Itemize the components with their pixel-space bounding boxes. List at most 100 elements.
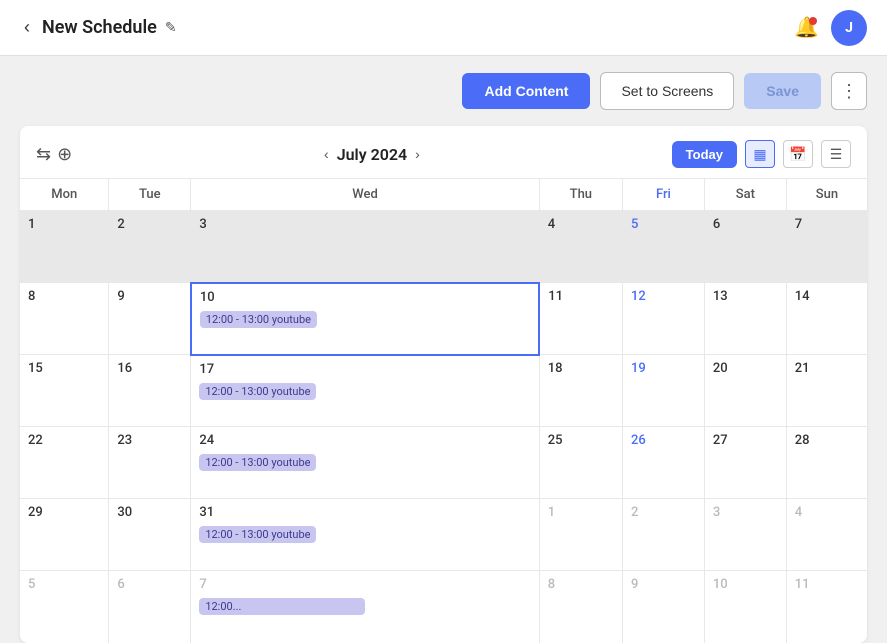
cell-date-number: 14	[795, 289, 859, 304]
cell-date-number: 30	[117, 505, 182, 520]
event-badge[interactable]: 12:00 - 13:00 youtube	[199, 526, 316, 543]
calendar-cell[interactable]: 12	[622, 283, 704, 355]
cell-date-number: 5	[28, 577, 100, 592]
calendar-cell[interactable]: 21	[786, 355, 867, 427]
calendar-cell[interactable]: 10	[704, 571, 786, 643]
calendar-cell[interactable]: 5	[20, 571, 109, 643]
header-left: ‹ New Schedule ✎	[20, 13, 177, 42]
calendar-cell[interactable]: 24 12:00 - 13:00 youtube	[191, 427, 539, 499]
list-view-button[interactable]: ☰	[821, 140, 851, 168]
calendar-cell[interactable]: 11	[539, 283, 622, 355]
cell-date-number: 18	[548, 361, 614, 376]
calendar-cell[interactable]: 28	[786, 427, 867, 499]
calendar-cell[interactable]: 26	[622, 427, 704, 499]
header-right: 🔔 J	[794, 10, 867, 46]
calendar-cell[interactable]: 18	[539, 355, 622, 427]
calendar-cell[interactable]: 16	[109, 355, 191, 427]
calendar-cell[interactable]: 8	[20, 283, 109, 355]
cell-date-number: 1	[28, 217, 100, 232]
calendar-cell[interactable]: 4	[539, 211, 622, 283]
cell-date-number: 26	[631, 433, 696, 448]
col-tue: Tue	[109, 179, 191, 211]
calendar-cell[interactable]: 19	[622, 355, 704, 427]
calendar-row: 15161712:00 - 13:00 youtube 18 19 20 21	[20, 355, 867, 427]
cell-date-number: 13	[713, 289, 778, 304]
calendar-cell[interactable]: 6	[704, 211, 786, 283]
edit-icon[interactable]: ✎	[165, 20, 177, 36]
add-content-button[interactable]: Add Content	[462, 73, 590, 109]
col-wed: Wed	[191, 179, 539, 211]
calendar-cell[interactable]: 712:00...	[191, 571, 539, 643]
cell-date-number: 24	[199, 433, 530, 448]
cell-date-number: 31	[199, 505, 530, 520]
event-badge[interactable]: 12:00...	[199, 598, 365, 615]
set-to-screens-button[interactable]: Set to Screens	[600, 72, 734, 110]
page-title: New Schedule	[42, 17, 157, 38]
col-fri: Fri	[622, 179, 704, 211]
calendar-cell[interactable]: 7	[786, 211, 867, 283]
calendar-controls-left: ⇆ ⊕	[36, 144, 72, 165]
calendar-cell[interactable]: 1	[539, 499, 622, 571]
calendar-cell[interactable]: 1712:00 - 13:00 youtube	[191, 355, 539, 427]
save-button[interactable]: Save	[744, 73, 821, 109]
calendar-row: 22 23 24 12:00 - 13:00 youtube 25 26 27 28	[20, 427, 867, 499]
col-thu: Thu	[539, 179, 622, 211]
calendar-header: ⇆ ⊕ ‹ July 2024 › Today ▦ 📅 ☰	[20, 126, 867, 179]
avatar[interactable]: J	[831, 10, 867, 46]
back-button[interactable]: ‹	[20, 13, 34, 42]
event-badge[interactable]: 12:00 - 13:00 youtube	[199, 454, 316, 471]
cell-date-number: 6	[117, 577, 182, 592]
share-icon[interactable]: ⇆	[36, 144, 51, 165]
calendar-cell[interactable]: 8	[539, 571, 622, 643]
calendar-row: 29 30 31 12:00 - 13:00 youtube 1234	[20, 499, 867, 571]
prev-month-button[interactable]: ‹	[324, 146, 329, 162]
calendar-cell[interactable]: 3	[704, 499, 786, 571]
weekday-header-row: Mon Tue Wed Thu Fri Sat Sun	[20, 179, 867, 211]
cell-date-number: 4	[795, 505, 859, 520]
calendar-cell[interactable]: 6	[109, 571, 191, 643]
cell-date-number: 2	[631, 505, 696, 520]
calendar-cell[interactable]: 20	[704, 355, 786, 427]
calendar-cell[interactable]: 13	[704, 283, 786, 355]
calendar-cell[interactable]: 10 12:00 - 13:00 youtube	[191, 283, 539, 355]
cell-date-number: 11	[548, 289, 614, 304]
calendar-cell[interactable]: 23	[109, 427, 191, 499]
week-view-button[interactable]: 📅	[783, 140, 813, 168]
cell-date-number: 11	[795, 577, 859, 592]
event-badge[interactable]: 12:00 - 13:00 youtube	[199, 383, 316, 400]
cell-date-number: 2	[117, 217, 182, 232]
cell-date-number: 10	[200, 290, 530, 305]
more-options-button[interactable]: ⋮	[831, 72, 867, 110]
today-button[interactable]: Today	[672, 141, 737, 168]
header: ‹ New Schedule ✎ 🔔 J	[0, 0, 887, 56]
calendar-cell[interactable]: 9	[622, 571, 704, 643]
calendar-cell[interactable]: 15	[20, 355, 109, 427]
next-month-button[interactable]: ›	[415, 146, 420, 162]
calendar-cell[interactable]: 27	[704, 427, 786, 499]
calendar-cell[interactable]: 3	[191, 211, 539, 283]
calendar-cell[interactable]: 25	[539, 427, 622, 499]
calendar-cell[interactable]: 14	[786, 283, 867, 355]
calendar-cell[interactable]: 11	[786, 571, 867, 643]
month-view-button[interactable]: ▦	[745, 140, 775, 168]
cell-date-number: 20	[713, 361, 778, 376]
calendar-header-right: Today ▦ 📅 ☰	[672, 140, 851, 168]
calendar-cell[interactable]: 5	[622, 211, 704, 283]
calendar-cell[interactable]: 9	[109, 283, 191, 355]
notification-button[interactable]: 🔔	[794, 15, 819, 40]
cell-date-number: 28	[795, 433, 859, 448]
calendar-cell[interactable]: 1	[20, 211, 109, 283]
event-badge[interactable]: 12:00 - 13:00 youtube	[200, 311, 317, 328]
calendar-cell[interactable]: 2	[622, 499, 704, 571]
calendar-cell[interactable]: 2	[109, 211, 191, 283]
add-event-icon[interactable]: ⊕	[57, 144, 72, 165]
calendar-cell[interactable]: 31 12:00 - 13:00 youtube	[191, 499, 539, 571]
cell-date-number: 27	[713, 433, 778, 448]
calendar-cell[interactable]: 22	[20, 427, 109, 499]
cell-date-number: 22	[28, 433, 100, 448]
calendar-cell[interactable]: 4	[786, 499, 867, 571]
cell-date-number: 10	[713, 577, 778, 592]
col-mon: Mon	[20, 179, 109, 211]
calendar-cell[interactable]: 30	[109, 499, 191, 571]
calendar-cell[interactable]: 29	[20, 499, 109, 571]
